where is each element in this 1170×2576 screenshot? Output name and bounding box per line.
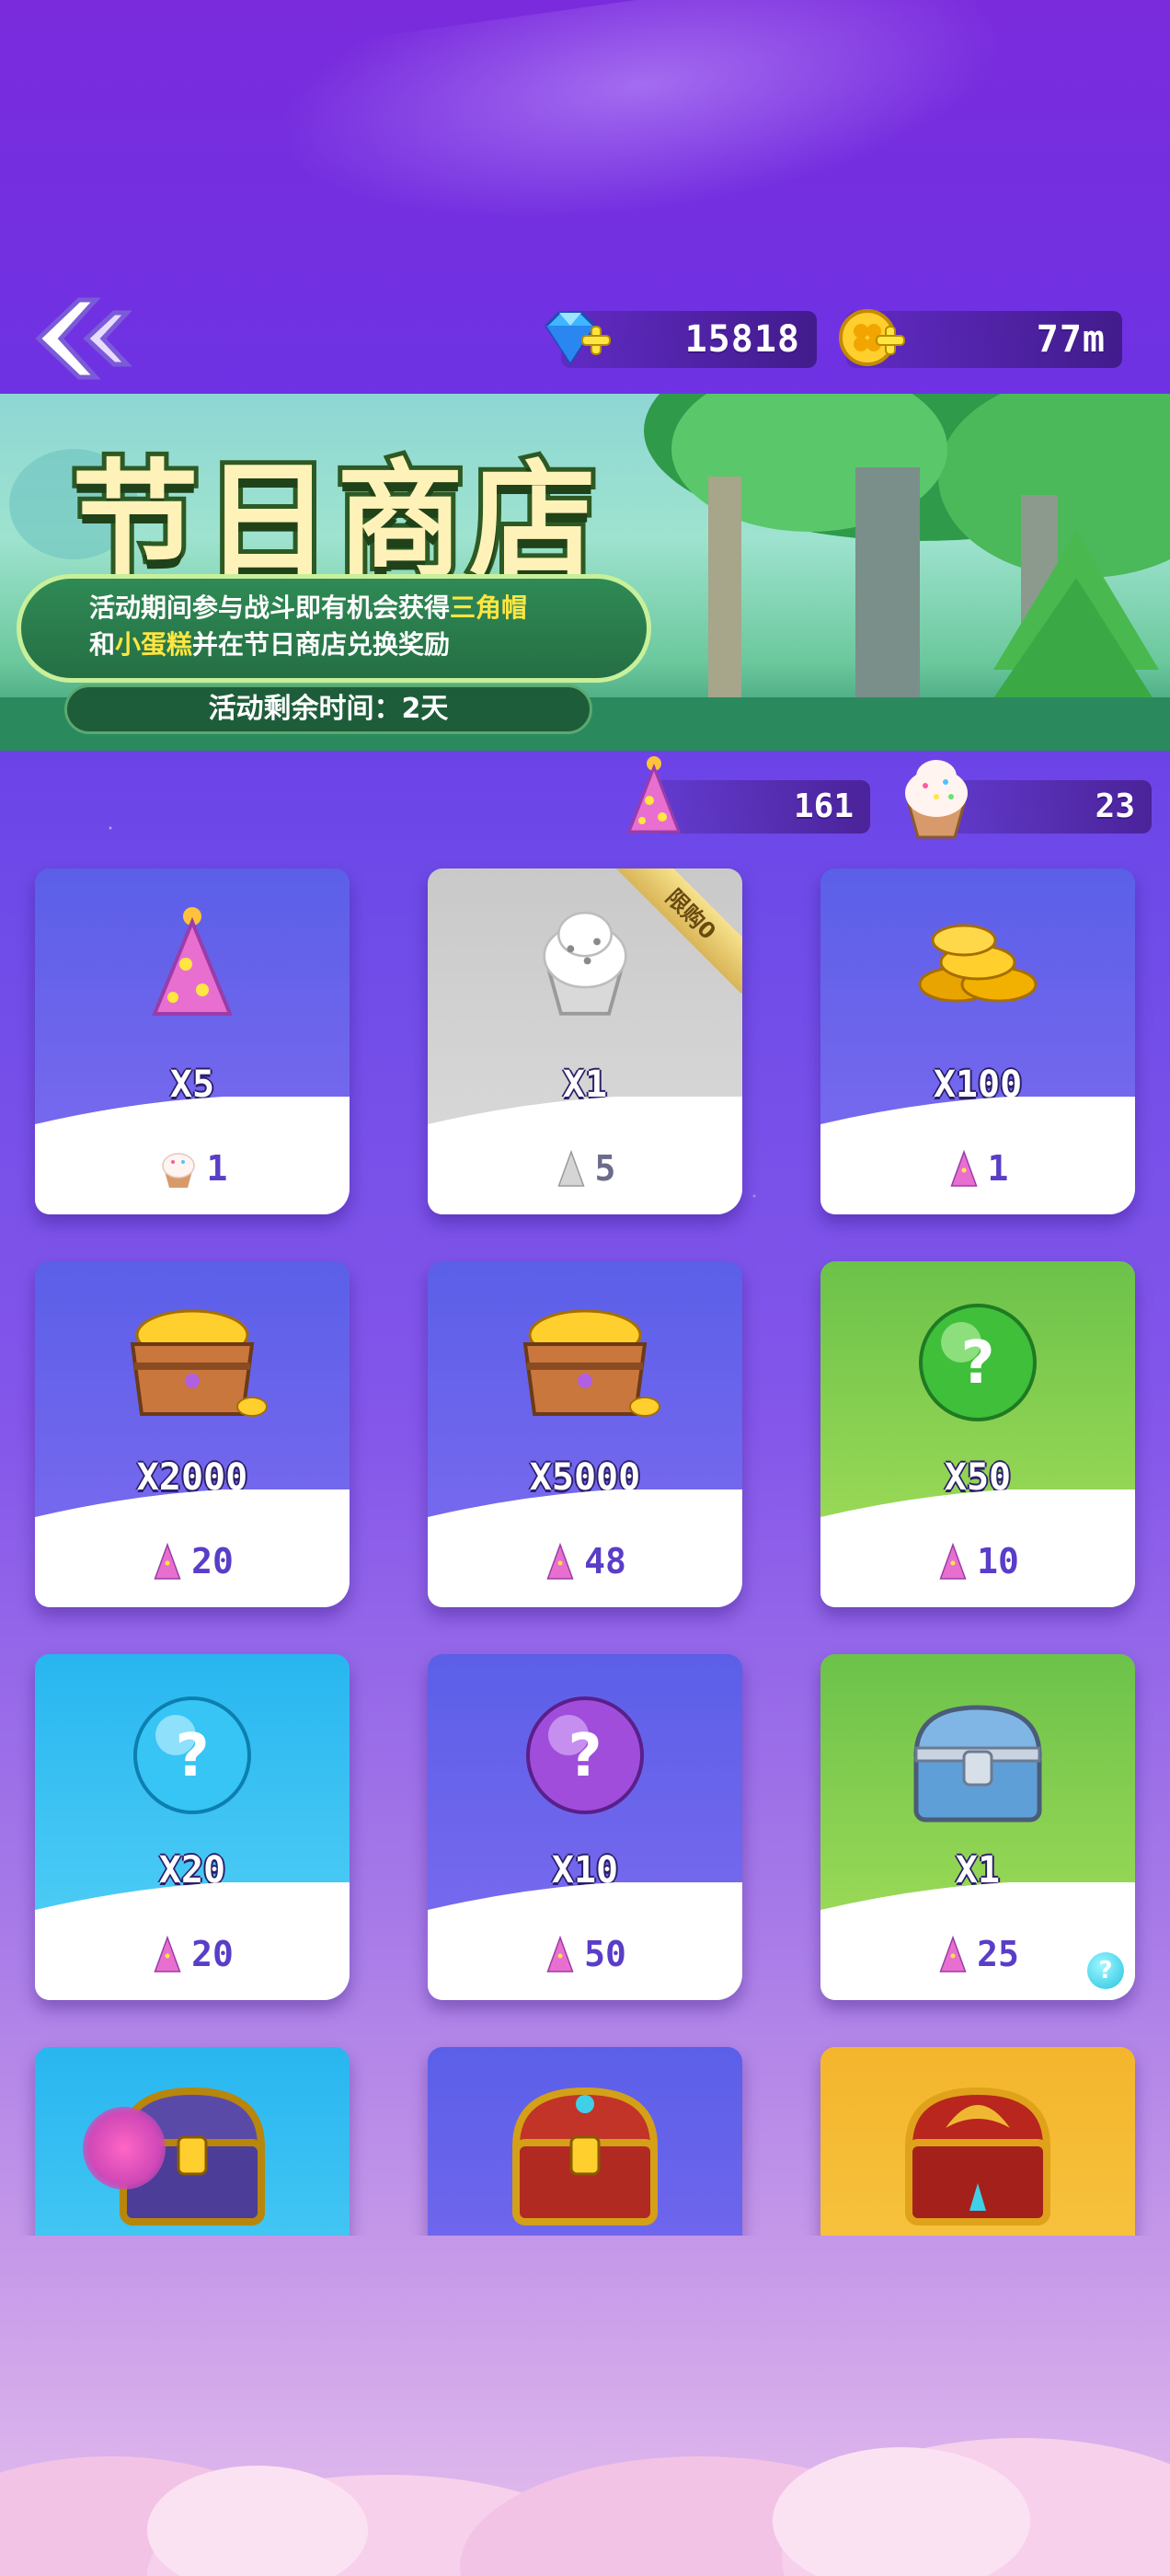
price-value: 1 [987,1148,1009,1189]
shop-item-red-gold-chest[interactable] [428,2047,742,2236]
item-price: 48 [428,1537,742,1585]
cloud-footer [0,2438,1170,2576]
price-value: 50 [584,1934,626,1974]
cupcake-icon [161,1153,195,1188]
shop-grid: X5 1 限购0 X1 5 X100 1 X2000 20 X5000 48 ?… [0,856,1170,2236]
cupcake-icon [905,760,968,839]
item-info-button[interactable]: ? [1087,1952,1124,1989]
shop-item-cupcake[interactable]: 限购0 X1 5 [428,868,742,1214]
price-value: 5 [594,1148,616,1189]
svg-text:?: ? [568,1722,602,1790]
highlight-party-hat: 三角帽 [450,592,528,623]
item-price: 50 [428,1930,742,1978]
gem-balance-value: 15818 [684,318,800,361]
description-line-1: 活动期间参与战斗即有机会获得三角帽 [89,588,527,625]
shop-item-purple-orb[interactable]: ? X10 50 [428,1654,742,2000]
silver-chest-icon [913,1705,1042,1823]
description-text: 和 [89,629,116,660]
shop-item-blue-orb[interactable]: ? X20 20 [35,1654,350,2000]
purple-mystery-orb-icon: ? [526,1696,644,1814]
svg-text:?: ? [960,1329,994,1397]
party-hat-icon [939,1542,967,1580]
party-hat-icon [154,1935,181,1972]
shop-item-coins-100[interactable]: X100 1 [820,868,1135,1214]
green-mystery-orb-icon: ? [919,1304,1037,1421]
item-price: 1 [820,1144,1135,1192]
shop-item-green-orb[interactable]: ? X50 10 [820,1261,1135,1607]
party-hat-gray-icon [556,1149,585,1187]
item-price: 20 [35,1930,350,1978]
price-value: 20 [191,1541,234,1581]
highlight-cupcake: 小蛋糕 [115,629,193,660]
shop-item-silver-chest[interactable]: X1 25 ? [820,1654,1135,2000]
event-timer-text: 活动剩余时间：2天 [208,693,449,725]
shop-item-party-hat[interactable]: X5 1 [35,868,350,1214]
shop-item-dragon-chest[interactable] [820,2047,1135,2236]
back-button[interactable] [26,293,136,385]
party-hat-balance-value: 161 [793,788,854,825]
double-chevron-left-icon [35,297,132,380]
party-hat-icon [152,907,233,1016]
party-hat-icon [546,1935,574,1972]
red-gold-chest-icon [511,2087,659,2225]
event-timer: 活动剩余时间：2天 [64,684,592,734]
price-value: 10 [977,1541,1019,1581]
decorative-orb [83,2107,166,2190]
item-price: 1 [35,1144,350,1192]
party-hat-icon [154,1542,181,1580]
description-line-2: 和小蛋糕并在节日商店兑换奖励 [89,625,450,661]
background-nebula [264,0,1024,262]
party-hat-icon [626,756,682,834]
holiday-shop-banner: 节日商店 活动期间参与战斗即有机会获得三角帽 和小蛋糕并在节日商店兑换奖励 活动… [0,394,1170,751]
party-hat-icon [939,1935,967,1972]
svg-text:?: ? [175,1722,209,1790]
item-price: 5 [428,1144,742,1192]
shop-item-coins-2000[interactable]: X2000 20 [35,1261,350,1607]
party-hat-icon [546,1542,574,1580]
description-text: 并在节日商店兑换奖励 [192,629,451,660]
description-text: 活动期间参与战斗即有机会获得 [89,592,451,623]
coin-pile-icon [918,924,1038,1003]
price-value: 25 [977,1934,1019,1974]
coin-chest-icon [130,1309,268,1417]
item-price: 20 [35,1537,350,1585]
dragon-chest-icon [904,2087,1051,2225]
shop-item-coins-5000[interactable]: X5000 48 [428,1261,742,1607]
price-value: 1 [206,1148,228,1189]
event-description: 活动期间参与战斗即有机会获得三角帽 和小蛋糕并在节日商店兑换奖励 [17,574,651,683]
coin-chest-icon [522,1309,660,1417]
party-hat-icon [949,1149,978,1187]
item-price: 10 [820,1537,1135,1585]
shop-item-purple-gold-chest[interactable] [35,2047,350,2236]
price-value: 48 [584,1541,626,1581]
price-value: 20 [191,1934,234,1974]
blue-mystery-orb-icon: ? [133,1696,251,1814]
coin-balance-value: 77m [1036,318,1106,361]
add-coins-button[interactable] [874,324,907,357]
add-gems-button[interactable] [579,324,613,357]
cupcake-gray-icon [543,911,627,1016]
cupcake-balance-value: 23 [1095,788,1135,825]
